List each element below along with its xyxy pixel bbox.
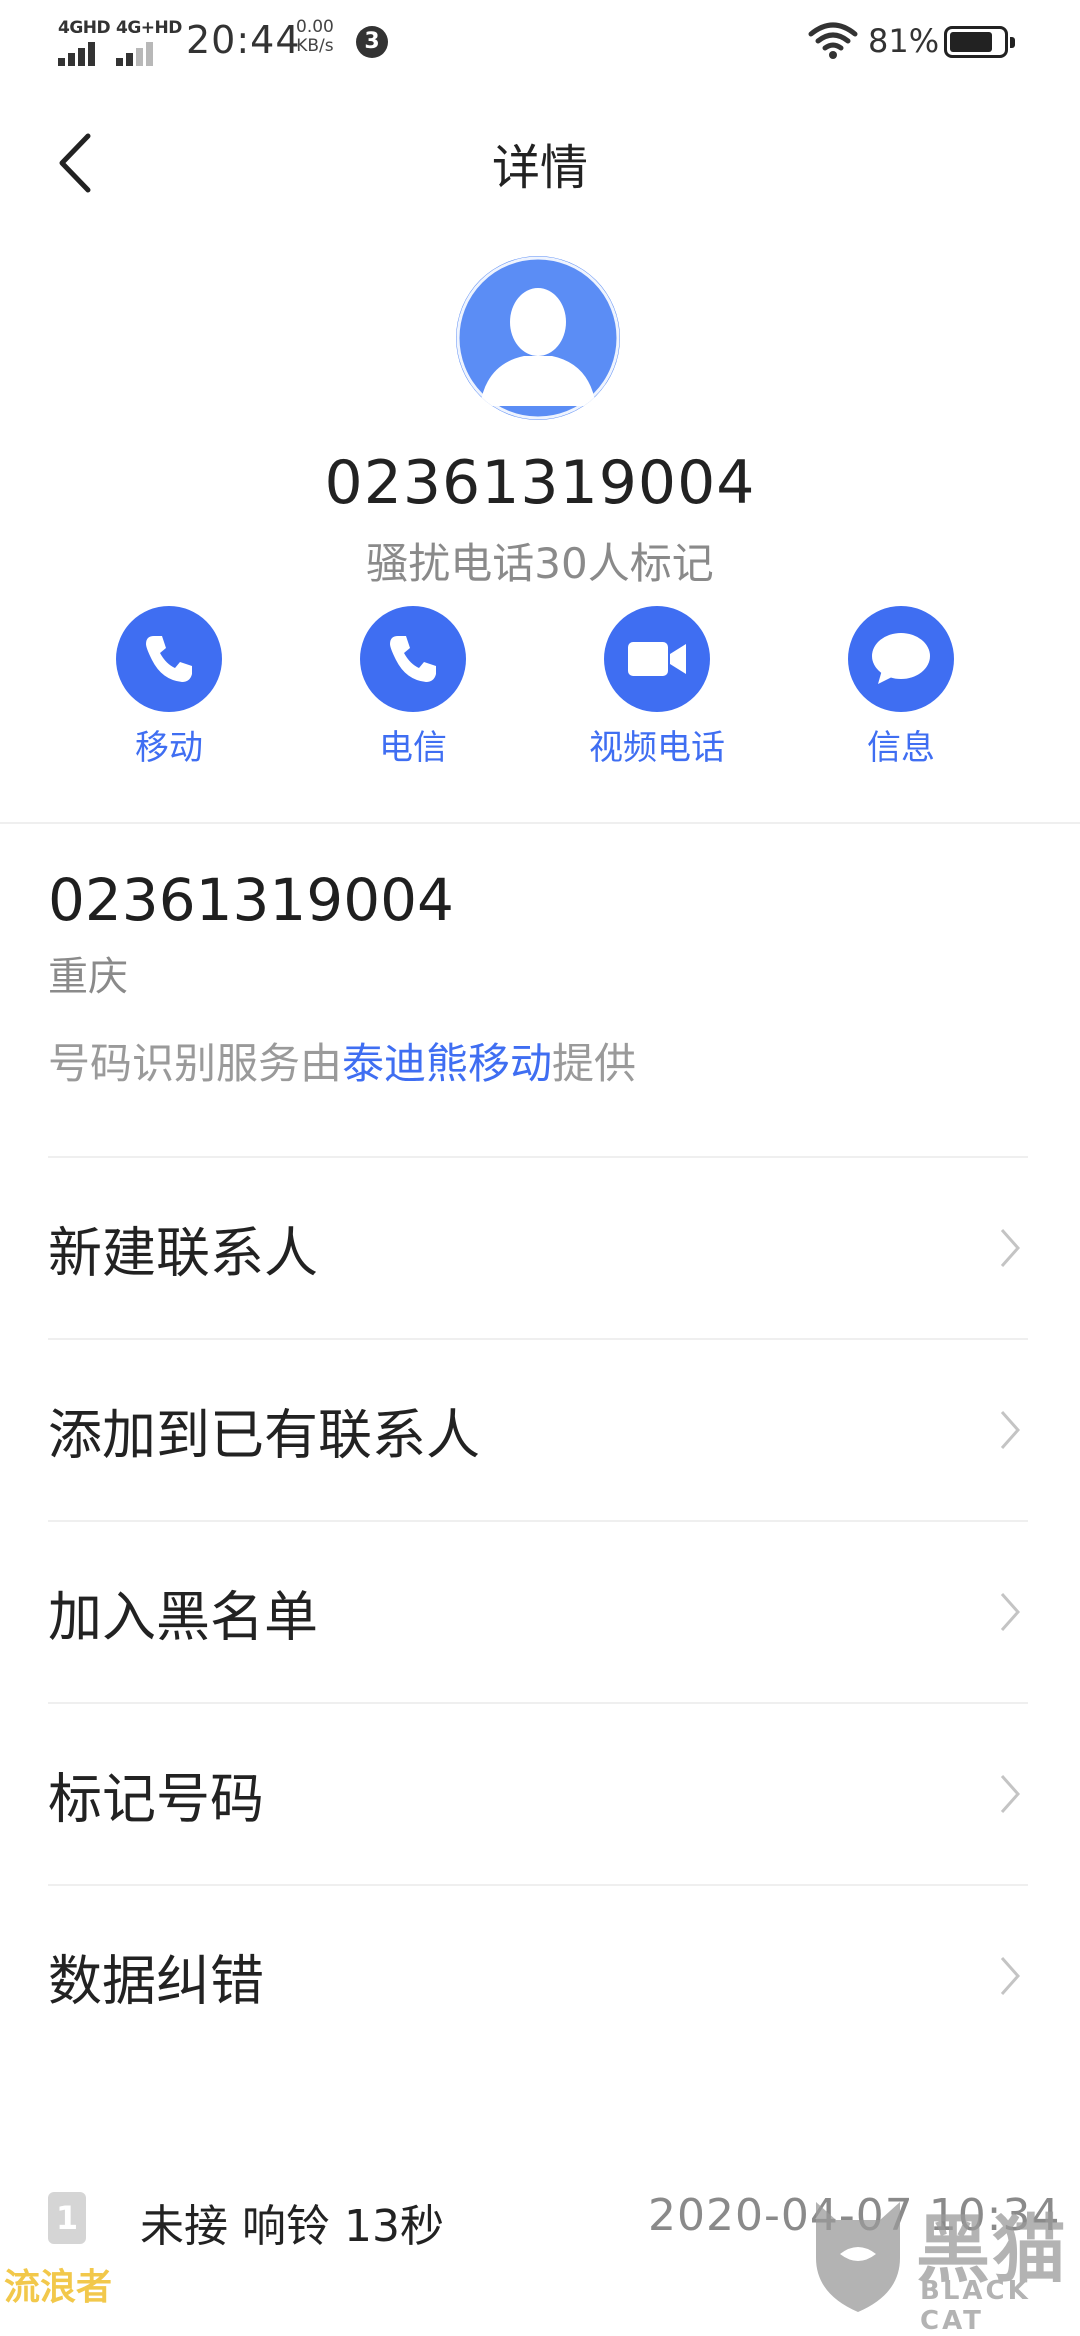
message-circle[interactable] — [848, 606, 954, 712]
menu-item-label: 标记号码 — [48, 1767, 264, 1831]
section-divider — [0, 822, 1080, 824]
signal-bars-icon — [58, 42, 106, 66]
id-service-note: 号码识别服务由泰迪熊移动提供 — [48, 1030, 636, 1091]
phone-icon — [390, 636, 436, 682]
person-silhouette-icon — [456, 256, 620, 420]
video-icon — [628, 642, 686, 676]
message-label: 信息 — [867, 728, 935, 768]
video-call-label: 视频电话 — [589, 728, 725, 768]
network-type-1: 4GHD — [58, 18, 111, 38]
menu-item-blacklist[interactable]: 加入黑名单 — [0, 1522, 1080, 1702]
chevron-right-icon — [1000, 1229, 1021, 1267]
call-telecom-circle[interactable] — [360, 606, 466, 712]
menu-item-label: 添加到已有联系人 — [48, 1403, 480, 1467]
page-title: 详情 — [491, 140, 588, 196]
menu-item-label: 加入黑名单 — [48, 1585, 318, 1649]
wifi-icon — [808, 22, 858, 59]
status-bar: 4GHD 4G+HD 20:44 0.00 KB/s 3 81% — [0, 0, 1080, 84]
watermark-left: 流浪者 — [4, 2267, 113, 2308]
call-telecom-label: 电信 — [379, 728, 447, 768]
menu-item-data-correction[interactable]: 数据纠错 — [0, 1886, 1080, 2066]
battery-percent: 81% — [868, 22, 940, 60]
info-location: 重庆 — [48, 954, 128, 1000]
menu-item-label: 新建联系人 — [48, 1221, 318, 1285]
menu-item-label: 数据纠错 — [48, 1949, 264, 2013]
phone-number-title: 02361319004 — [324, 448, 756, 518]
chevron-right-icon — [1000, 1775, 1021, 1813]
network-type-2: 4G+HD — [116, 18, 182, 38]
menu-item-add-to-existing[interactable]: 添加到已有联系人 — [0, 1340, 1080, 1520]
info-phone-number: 02361319004 — [48, 866, 454, 934]
spam-tag-label: 骚扰电话30人标记 — [366, 539, 714, 588]
chevron-right-icon — [1000, 1593, 1021, 1631]
network-speed: 0.00 KB/s — [296, 18, 334, 56]
watermark-en: BLACK CAT — [920, 2276, 1031, 2336]
phone-icon — [146, 636, 192, 682]
speed-unit: KB/s — [296, 36, 334, 56]
speed-value: 0.00 — [296, 17, 334, 37]
message-button[interactable]: 信息 — [806, 606, 996, 769]
video-call-circle[interactable] — [604, 606, 710, 712]
menu-item-new-contact[interactable]: 新建联系人 — [0, 1158, 1080, 1338]
id-service-prefix: 号码识别服务由 — [48, 1039, 343, 1088]
message-icon — [872, 633, 930, 684]
cat-shield-icon — [816, 2202, 900, 2312]
black-cat-watermark: 黑猫 BLACK CAT — [806, 2190, 1076, 2336]
id-service-suffix: 提供 — [552, 1039, 637, 1088]
call-status-text: 未接 响铃 13秒 — [140, 2201, 444, 2252]
battery-icon — [944, 26, 1015, 58]
call-mobile-circle[interactable] — [116, 606, 222, 712]
call-mobile-label: 移动 — [135, 728, 203, 768]
menu-item-mark-number[interactable]: 标记号码 — [0, 1704, 1080, 1884]
sim-slot-badge: 1 — [48, 2192, 86, 2244]
chevron-right-icon — [1000, 1957, 1021, 1995]
call-mobile-button[interactable]: 移动 — [74, 606, 264, 769]
call-telecom-button[interactable]: 电信 — [318, 606, 508, 769]
id-service-provider-link[interactable]: 泰迪熊移动 — [342, 1039, 552, 1088]
clock: 20:44 — [186, 18, 301, 62]
signal-bars-icon — [116, 42, 164, 66]
contact-avatar — [456, 256, 620, 420]
chevron-right-icon — [1000, 1411, 1021, 1449]
video-call-button[interactable]: 视频电话 — [562, 606, 752, 769]
notification-count-badge: 3 — [356, 26, 388, 58]
